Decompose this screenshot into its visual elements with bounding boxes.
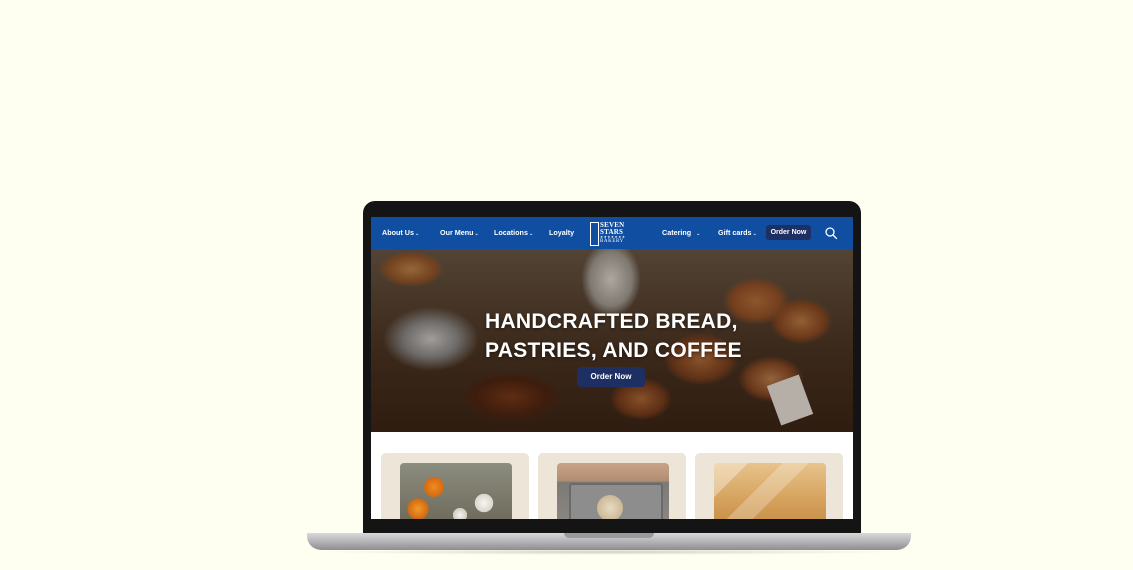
hero-title-line2: PASTRIES, AND COFFEE — [485, 339, 742, 362]
laptop-screen-bezel: About Us⌄ Our Menu⌄ Locations⌄ Loyalty S… — [363, 201, 861, 535]
nav-item-loyalty[interactable]: Loyalty — [549, 228, 574, 237]
nav-item-locations[interactable]: Locations⌄ — [494, 228, 533, 237]
dough-on-tray-image — [557, 463, 669, 519]
chevron-down-icon: ⌄ — [752, 231, 757, 237]
nav-order-now-button[interactable]: Order Now — [766, 225, 811, 240]
hero-title-line1: HANDCRAFTED BREAD, — [485, 310, 738, 333]
top-navigation: About Us⌄ Our Menu⌄ Locations⌄ Loyalty S… — [371, 217, 853, 249]
nav-item-label: Our Menu — [440, 228, 474, 237]
chevron-down-icon: ⌄ — [528, 231, 534, 237]
nav-item-our-menu[interactable]: Our Menu⌄ — [440, 228, 479, 237]
hero-banner: HANDCRAFTED BREAD, PASTRIES, AND COFFEE … — [371, 249, 853, 432]
nav-item-label: Gift cards — [718, 228, 752, 237]
nav-item-catering[interactable]: Catering ⌄ — [662, 228, 700, 237]
laptop-notch — [564, 533, 654, 538]
browser-viewport: About Us⌄ Our Menu⌄ Locations⌄ Loyalty S… — [371, 217, 853, 519]
hero-order-now-button[interactable]: Order Now — [577, 367, 645, 387]
nav-item-label: Locations — [494, 228, 528, 237]
laptop-shadow — [320, 549, 900, 555]
nav-item-gift-cards[interactable]: Gift cards⌄ — [718, 228, 757, 237]
search-icon[interactable] — [824, 226, 838, 240]
nav-item-label: About Us — [382, 228, 414, 237]
chevron-down-icon: ⌄ — [474, 231, 479, 237]
feature-cards-row — [371, 432, 853, 519]
logo-text-line3: BAKERY — [600, 239, 624, 244]
dough-roll — [597, 495, 623, 519]
laptop-base — [307, 533, 911, 550]
hero-title: HANDCRAFTED BREAD, PASTRIES, AND COFFEE — [485, 307, 785, 365]
nav-item-about-us[interactable]: About Us⌄ — [382, 228, 419, 237]
feature-card-dough[interactable] — [538, 453, 686, 519]
chevron-down-icon: ⌄ — [696, 231, 701, 237]
nav-item-label: Catering — [662, 228, 692, 237]
feature-card-pastry-bags[interactable] — [695, 453, 843, 519]
wheat-icon — [590, 222, 599, 246]
pumpkins-image — [400, 463, 512, 519]
pastry-bags-image — [714, 463, 826, 519]
feature-card-pumpkins[interactable] — [381, 453, 529, 519]
nav-item-label: Loyalty — [549, 228, 575, 237]
seven-stars-bakery-logo[interactable]: SEVEN STARS ★★★★★★★ BAKERY — [590, 220, 634, 246]
chevron-down-icon: ⌄ — [414, 231, 420, 237]
